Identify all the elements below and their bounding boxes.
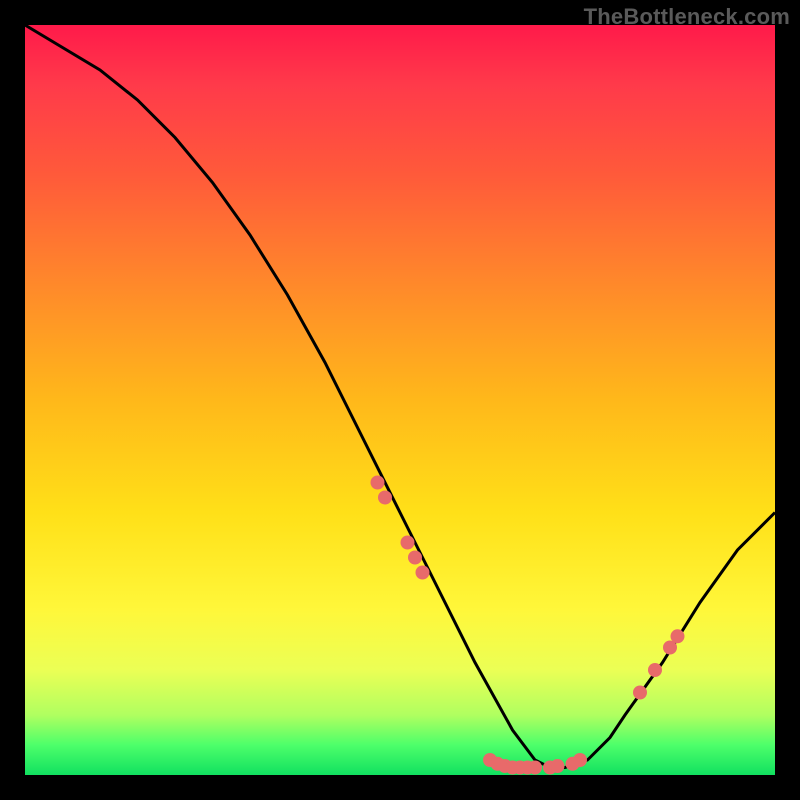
data-point (648, 663, 662, 677)
data-point (551, 759, 565, 773)
data-point (416, 566, 430, 580)
data-point (371, 476, 385, 490)
data-point (378, 491, 392, 505)
data-point (633, 686, 647, 700)
bottleneck-chart (25, 25, 775, 775)
data-markers (371, 476, 685, 775)
bottleneck-curve-path (25, 25, 775, 768)
chart-frame: TheBottleneck.com (0, 0, 800, 800)
data-point (408, 551, 422, 565)
data-point (573, 753, 587, 767)
watermark-text: TheBottleneck.com (584, 4, 790, 30)
data-point (671, 629, 685, 643)
plot-area (25, 25, 775, 775)
data-point (528, 761, 542, 775)
data-point (401, 536, 415, 550)
